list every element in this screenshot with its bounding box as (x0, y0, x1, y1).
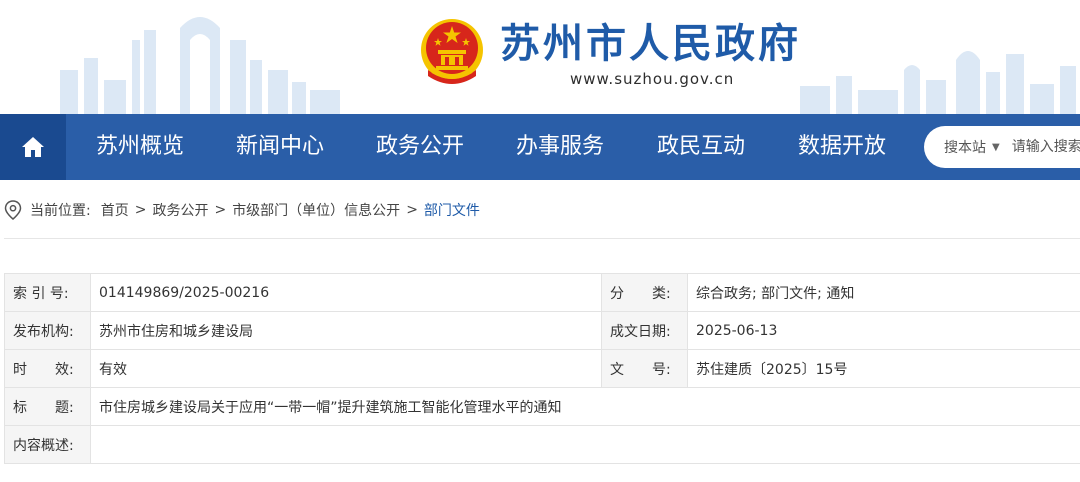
table-row: 发布机构: 苏州市住房和城乡建设局 成文日期: 2025-06-13 (4, 311, 1080, 350)
location-pin-icon (4, 200, 22, 220)
breadcrumb-gov-affairs[interactable]: 政务公开 (152, 200, 208, 220)
title-label: 标 题: (4, 387, 91, 426)
breadcrumb-prefix: 当前位置: (30, 203, 91, 219)
document-info-table: 索 引 号: 014149869/2025-00216 分 类: 综合政务; 部… (4, 273, 1080, 464)
validity-value: 有效 (90, 349, 602, 388)
breadcrumb-separator: > (406, 202, 418, 218)
home-icon (22, 137, 44, 157)
index-number-label: 索 引 号: (4, 273, 91, 312)
city-skyline-right (800, 51, 1076, 114)
title-value: 市住房城乡建设局关于应用“一带一帽”提升建筑施工智能化管理水平的通知 (90, 387, 1080, 426)
site-name: 苏州市人民政府 (500, 21, 801, 67)
city-skyline-left (60, 17, 340, 114)
summary-value (90, 425, 1080, 464)
national-emblem-icon (421, 19, 483, 84)
nav-item-gov-affairs[interactable]: 政务公开 (376, 114, 464, 180)
breadcrumb-divider (4, 238, 1080, 239)
main-nav: 苏州概览 新闻中心 政务公开 办事服务 政民互动 数据开放 搜本站 ▼ (0, 114, 1080, 180)
category-value: 综合政务; 部门文件; 通知 (687, 273, 1080, 312)
table-row: 内容概述: (4, 425, 1080, 464)
validity-label: 时 效: (4, 349, 91, 388)
publisher-value: 苏州市住房和城乡建设局 (90, 311, 602, 350)
site-header: 苏州市人民政府 www.suzhou.gov.cn (0, 0, 1080, 114)
date-value: 2025-06-13 (687, 311, 1080, 350)
breadcrumb-home[interactable]: 首页 (101, 200, 129, 220)
summary-label: 内容概述: (4, 425, 91, 464)
home-button[interactable] (0, 114, 66, 180)
publisher-label: 发布机构: (4, 311, 91, 350)
table-row: 标 题: 市住房城乡建设局关于应用“一带一帽”提升建筑施工智能化管理水平的通知 (4, 387, 1080, 426)
index-number-value: 014149869/2025-00216 (90, 273, 602, 312)
document-number-value: 苏住建质〔2025〕15号 (687, 349, 1080, 388)
search-scope-select[interactable]: 搜本站 ▼ (944, 137, 1000, 157)
table-row: 时 效: 有效 文 号: 苏住建质〔2025〕15号 (4, 349, 1080, 388)
table-row: 索 引 号: 014149869/2025-00216 分 类: 综合政务; 部… (4, 273, 1080, 312)
nav-item-services[interactable]: 办事服务 (516, 114, 604, 180)
nav-item-open-data[interactable]: 数据开放 (798, 114, 886, 180)
breadcrumb-separator: > (134, 202, 147, 218)
site-logo[interactable]: 苏州市人民政府 www.suzhou.gov.cn (418, 16, 808, 96)
caret-down-icon: ▼ (992, 141, 1000, 153)
search-box: 搜本站 ▼ (924, 126, 1080, 168)
site-url: www.suzhou.gov.cn (570, 70, 735, 88)
nav-item-interaction[interactable]: 政民互动 (657, 114, 745, 180)
nav-item-news[interactable]: 新闻中心 (236, 114, 324, 180)
search-scope-label: 搜本站 (944, 140, 986, 156)
date-label: 成文日期: (601, 311, 688, 350)
search-input[interactable] (1009, 138, 1080, 156)
breadcrumb-current[interactable]: 部门文件 (424, 200, 480, 220)
nav-item-overview[interactable]: 苏州概览 (96, 114, 184, 180)
breadcrumb-separator: > (214, 202, 227, 218)
breadcrumb-departments[interactable]: 市级部门（单位）信息公开 (232, 200, 400, 220)
category-label: 分 类: (601, 273, 688, 312)
document-number-label: 文 号: (601, 349, 688, 388)
breadcrumb: 当前位置: 首页 > 政务公开 > 市级部门（单位）信息公开 > 部门文件 (4, 198, 480, 222)
